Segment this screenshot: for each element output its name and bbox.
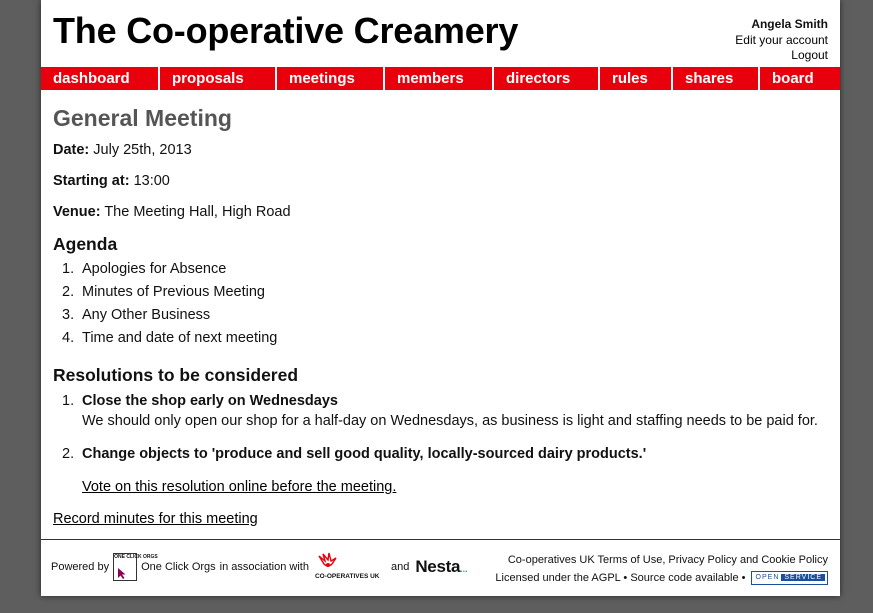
start-value: 13:00 [133, 173, 170, 189]
edit-account-link[interactable]: Edit your account [735, 33, 828, 49]
nav-meetings[interactable]: meetings [277, 67, 383, 90]
resolution-item: 1. Close the shop early on Wednesdays We… [53, 391, 818, 444]
footer-credits: Powered by ONE CLICK ORGS One Click Orgs… [51, 552, 468, 582]
nav-board[interactable]: board [760, 67, 840, 90]
nav-proposals[interactable]: proposals [160, 67, 275, 90]
cooperatives-uk-bird-icon [318, 552, 337, 567]
and-text: and [390, 561, 410, 573]
cooperatives-uk-logo[interactable]: CO-OPERATIVES UK [315, 552, 385, 582]
nav-rules[interactable]: rules [600, 67, 671, 90]
record-minutes-link[interactable]: Record minutes for this meeting [53, 511, 258, 527]
terms-links[interactable]: Co-operatives UK Terms of Use, Privacy P… [495, 551, 828, 569]
agenda-item-number: 3. [62, 307, 75, 323]
resolution-title: Change objects to 'produce and sell good… [82, 446, 647, 462]
agenda-item-number: 4. [62, 330, 75, 346]
agenda-item-text: Minutes of Previous Meeting [82, 284, 265, 300]
agenda-item-text: Apologies for Absence [82, 261, 227, 277]
agenda-heading: Agenda [53, 234, 118, 254]
start-label: Starting at: [53, 173, 130, 189]
resolution-item: 2. Change objects to 'produce and sell g… [53, 444, 818, 497]
meeting-venue: Venue: The Meeting Hall, High Road [53, 204, 291, 220]
footer-legal: Co-operatives UK Terms of Use, Privacy P… [495, 551, 828, 587]
agenda-item: 1. Apologies for Absence [53, 261, 277, 284]
nav-shares[interactable]: shares [673, 67, 758, 90]
page-container: The Co-operative Creamery Angela Smith E… [41, 0, 840, 596]
resolutions-heading: Resolutions to be considered [53, 365, 299, 385]
date-value: July 25th, 2013 [93, 142, 192, 158]
agenda-item: 3. Any Other Business [53, 307, 277, 330]
main-nav: dashboard proposals meetings members dir… [41, 67, 840, 90]
one-click-orgs-logo[interactable]: ONE CLICK ORGS [113, 553, 158, 581]
venue-label: Venue: [53, 204, 101, 220]
association-text: in association with [219, 561, 309, 573]
nav-members[interactable]: members [385, 67, 492, 90]
logout-link[interactable]: Logout [735, 48, 828, 64]
footer-divider [41, 539, 840, 540]
meeting-title: General Meeting [53, 105, 232, 131]
agenda-item-number: 1. [62, 261, 75, 277]
user-name: Angela Smith [751, 17, 828, 31]
agenda-item-number: 2. [62, 284, 75, 300]
nesta-logo[interactable]: Nesta... [415, 557, 467, 577]
nav-directors[interactable]: directors [494, 67, 598, 90]
resolution-number: 1. [62, 393, 75, 409]
agenda-item: 4. Time and date of next meeting [53, 330, 277, 353]
powered-by-text: Powered by [51, 561, 110, 573]
license-text[interactable]: Licensed under the AGPL • Source code av… [495, 572, 745, 584]
cursor-icon [118, 568, 126, 579]
vote-online-link[interactable]: Vote on this resolution online before th… [82, 479, 396, 495]
resolutions-list: 1. Close the shop early on Wednesdays We… [53, 391, 818, 497]
date-label: Date: [53, 142, 90, 158]
venue-value: The Meeting Hall, High Road [104, 204, 291, 220]
agenda-list: 1. Apologies for Absence 2. Minutes of Pre… [53, 261, 277, 353]
agenda-item-text: Time and date of next meeting [82, 330, 278, 346]
agenda-item: 2. Minutes of Previous Meeting [53, 284, 277, 307]
one-click-orgs-name: One Click Orgs [141, 561, 216, 573]
resolution-title: Close the shop early on Wednesdays [82, 393, 338, 409]
nav-dashboard[interactable]: dashboard [41, 67, 158, 90]
user-box: Angela Smith Edit your account Logout [735, 17, 828, 64]
meeting-date: Date: July 25th, 2013 [53, 142, 192, 158]
site-title: The Co-operative Creamery [53, 10, 519, 51]
meeting-start: Starting at: 13:00 [53, 173, 170, 189]
resolution-body: We should only open our shop for a half-… [82, 413, 818, 429]
license-line: Licensed under the AGPL • Source code av… [495, 569, 828, 587]
open-service-badge[interactable]: OPEN SERVICE [750, 571, 828, 586]
agenda-item-text: Any Other Business [82, 307, 211, 323]
resolution-number: 2. [62, 446, 75, 462]
